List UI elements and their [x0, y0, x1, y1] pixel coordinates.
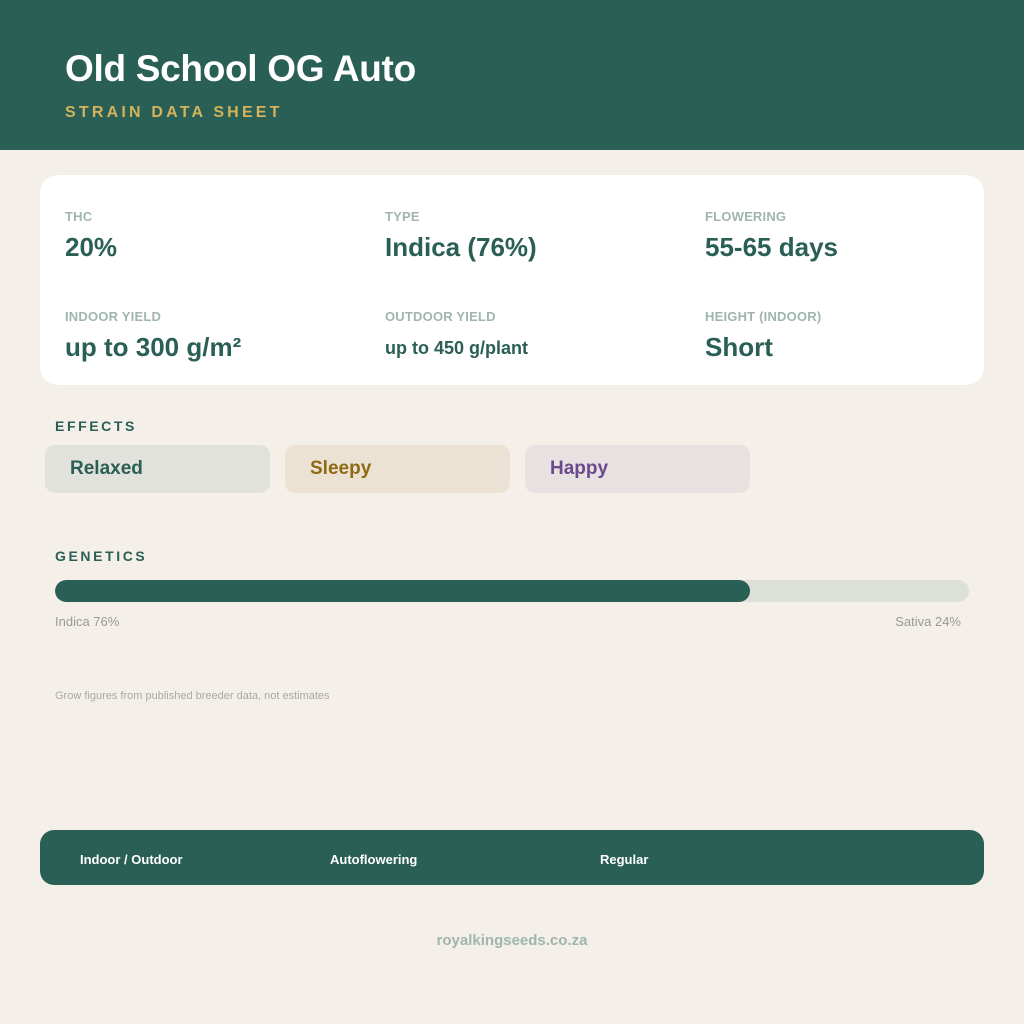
effect-chip-sleepy: Sleepy	[285, 445, 510, 493]
stat-label: OUTDOOR YIELD	[385, 309, 496, 324]
stat-type: TYPE Indica (76%)	[385, 209, 537, 263]
genetics-heading: GENETICS	[55, 548, 148, 564]
stat-label: FLOWERING	[705, 209, 787, 224]
stat-thc: THC 20%	[65, 209, 117, 263]
page-title: Old School OG Auto	[65, 48, 416, 89]
footer-item-flowering-type: Autoflowering	[330, 852, 418, 867]
stat-outdoor-yield: OUTDOOR YIELD up to 450 g/plant	[385, 309, 528, 359]
stat-label: THC	[65, 209, 93, 224]
stat-height: HEIGHT (INDOOR) Short	[705, 309, 821, 363]
effects-heading: EFFECTS	[55, 418, 137, 434]
website-link[interactable]: royalkingseeds.co.za	[0, 932, 1024, 949]
stat-flowering: FLOWERING 55-65 days	[705, 209, 838, 263]
stat-value: up to 450 g/plant	[385, 338, 529, 358]
stat-label: TYPE	[385, 209, 420, 224]
stat-indoor-yield: INDOOR YIELD up to 300 g/m²	[65, 309, 241, 363]
stats-card: THC 20% TYPE Indica (76%) FLOWERING 55-6…	[40, 175, 984, 385]
stat-label: INDOOR YIELD	[65, 309, 162, 324]
effect-chip-relaxed: Relaxed	[45, 445, 270, 493]
sativa-label: Sativa 24%	[895, 614, 961, 629]
stat-value: Short	[705, 332, 773, 362]
genetics-bar	[55, 580, 969, 602]
effect-chip-happy: Happy	[525, 445, 750, 493]
stat-value: up to 300 g/m²	[65, 332, 242, 362]
genetics-bar-indica-fill	[55, 580, 750, 602]
stat-value: 55-65 days	[705, 232, 838, 262]
indica-label: Indica 76%	[55, 614, 120, 629]
stat-label: HEIGHT (INDOOR)	[705, 309, 822, 324]
data-source-note: Grow figures from published breeder data…	[55, 690, 330, 702]
stat-value: 20%	[65, 232, 118, 262]
footer-item-environment: Indoor / Outdoor	[80, 852, 183, 867]
footer-item-seed-type: Regular	[600, 852, 649, 867]
footer-attributes-bar: Indoor / Outdoor Autoflowering Regular	[40, 830, 984, 885]
stat-value: Indica (76%)	[385, 232, 537, 262]
header-banner: Old School OG Auto STRAIN DATA SHEET	[0, 0, 1024, 150]
page-subtitle: STRAIN DATA SHEET	[65, 104, 283, 121]
